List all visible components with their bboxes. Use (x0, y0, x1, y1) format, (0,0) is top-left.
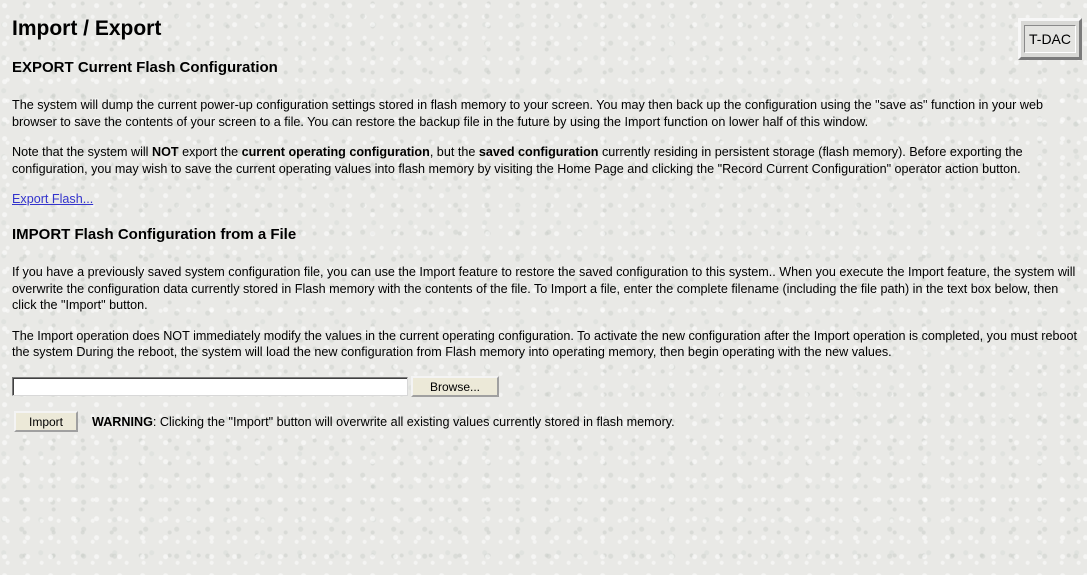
import-reboot-note: The Import operation does NOT immediatel… (12, 328, 1077, 360)
tdac-badge: T-DAC (1018, 18, 1082, 60)
warning-label: WARNING (92, 414, 153, 429)
export-note-text: , but the (429, 145, 479, 159)
export-section-heading: EXPORT Current Flash Configuration (12, 59, 278, 76)
page-content: Import / Export EXPORT Current Flash Con… (12, 0, 1082, 433)
warning-text: : Clicking the "Import" button will over… (152, 414, 675, 429)
file-select-row: Browse... (12, 376, 1082, 398)
browse-button[interactable]: Browse... (411, 376, 499, 397)
import-button[interactable]: Import (14, 411, 78, 432)
import-description: If you have a previously saved system co… (12, 265, 1076, 312)
tdac-badge-label: T-DAC (1024, 25, 1076, 53)
import-section-heading: IMPORT Flash Configuration from a File (12, 226, 297, 243)
page-title: Import / Export (12, 17, 162, 40)
export-note-emphasis-current: current operating configuration (241, 145, 430, 159)
export-note: Note that the system will NOT export the… (12, 144, 1082, 177)
export-description: The system will dump the current power-u… (12, 98, 1043, 129)
file-path-input[interactable] (12, 377, 408, 396)
import-warning: WARNING: Clicking the "Import" button wi… (92, 415, 675, 429)
export-note-text: export the (178, 145, 242, 159)
export-note-emphasis-saved: saved configuration (478, 145, 599, 159)
export-flash-link[interactable]: Export Flash... (12, 192, 93, 206)
import-action-row: Import WARNING: Clicking the "Import" bu… (12, 411, 1082, 433)
export-note-text: Note that the system will (12, 145, 152, 159)
export-note-emphasis-not: NOT (151, 145, 179, 159)
